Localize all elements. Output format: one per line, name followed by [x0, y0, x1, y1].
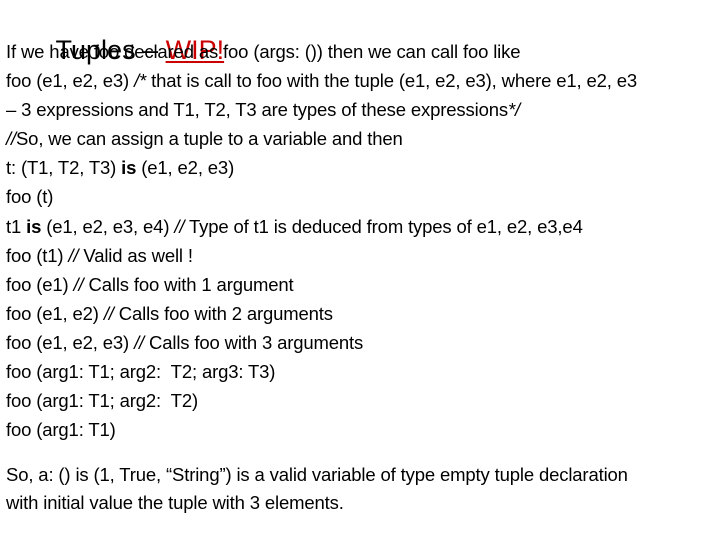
- body-line-segment: (e1, e2, e3, e4): [41, 215, 175, 237]
- body-line-segment: foo (arg1: T1; arg2: T2; arg3: T3): [6, 361, 276, 383]
- body-line-segment: //: [73, 273, 84, 295]
- body-line: t1 is (e1, e2, e3, e4) // Type of t1 is …: [6, 212, 720, 241]
- body-line: foo (arg1: T1; arg2: T2; arg3: T3): [6, 357, 720, 386]
- body-line-segment: that is call to foo with the tuple (e1, …: [146, 70, 638, 92]
- slide-body: If we have foo declared as foo (args: ()…: [6, 37, 720, 444]
- body-line: foo (arg1: T1; arg2: T2): [6, 386, 720, 415]
- body-line-segment: foo (e1, e2): [6, 302, 104, 324]
- slide-closing-paragraph: So, a: () is (1, True, “String”) is a va…: [6, 461, 720, 516]
- body-line-segment: foo (arg1: T1): [6, 419, 116, 441]
- body-line-segment: //: [103, 302, 114, 324]
- body-line: foo (e1, e2, e3) // Calls foo with 3 arg…: [6, 328, 720, 357]
- body-line-segment: Type of t1 is deduced from types of e1, …: [184, 215, 583, 237]
- slide-canvas: Tuples – WIP! If we have foo declared as…: [0, 0, 720, 540]
- body-line: foo (t1) // Valid as well !: [6, 241, 720, 270]
- body-line-segment: is: [26, 215, 42, 237]
- body-line-segment: Calls foo with 3 arguments: [144, 331, 364, 353]
- body-line-segment: foo (t): [6, 186, 54, 208]
- body-line: //So, we can assign a tuple to a variabl…: [6, 124, 720, 153]
- body-line-segment: is: [121, 157, 137, 179]
- body-line-segment: foo (t1): [6, 244, 69, 266]
- body-line-segment: – 3 expressions and T1, T2, T3 are types…: [6, 99, 508, 121]
- body-line-segment: foo (e1, e2, e3): [6, 70, 135, 92]
- body-line-segment: */: [507, 99, 520, 121]
- body-line-segment: If we have foo declared as foo (args: ()…: [6, 41, 521, 62]
- body-line-segment: So, we can assign a tuple to a variable …: [15, 128, 403, 150]
- body-line-segment: (e1, e2, e3): [136, 157, 235, 179]
- body-line-segment: //: [134, 331, 145, 353]
- body-line-segment: foo (e1): [6, 273, 74, 295]
- body-line: foo (e1) // Calls foo with 1 argument: [6, 270, 720, 299]
- body-line-segment: Calls foo with 2 arguments: [113, 302, 333, 324]
- body-line: foo (arg1: T1): [6, 415, 720, 444]
- body-line: t: (T1, T2, T3) is (e1, e2, e3): [6, 153, 720, 182]
- body-line-segment: /*: [134, 70, 147, 92]
- body-line-segment: //: [68, 244, 79, 266]
- body-line: – 3 expressions and T1, T2, T3 are types…: [6, 95, 720, 124]
- body-line-segment: t1: [6, 215, 27, 237]
- body-line-segment: Valid as well !: [78, 244, 193, 266]
- body-line: If we have foo declared as foo (args: ()…: [6, 37, 720, 66]
- body-line: foo (e1, e2, e3) /* that is call to foo …: [6, 66, 720, 95]
- closing-line: with initial value the tuple with 3 elem…: [6, 491, 344, 513]
- body-line-segment: foo (arg1: T1; arg2: T2): [6, 390, 198, 412]
- body-line-segment: foo (e1, e2, e3): [6, 331, 135, 353]
- body-line: foo (e1, e2) // Calls foo with 2 argumen…: [6, 299, 720, 328]
- body-line-segment: Calls foo with 1 argument: [83, 273, 294, 295]
- body-line-segment: //: [174, 215, 185, 237]
- body-line: foo (t): [6, 182, 720, 211]
- body-line-segment: //: [6, 128, 16, 150]
- closing-line: So, a: () is (1, True, “String”) is a va…: [6, 464, 628, 485]
- body-line-segment: t: (T1, T2, T3): [6, 157, 122, 179]
